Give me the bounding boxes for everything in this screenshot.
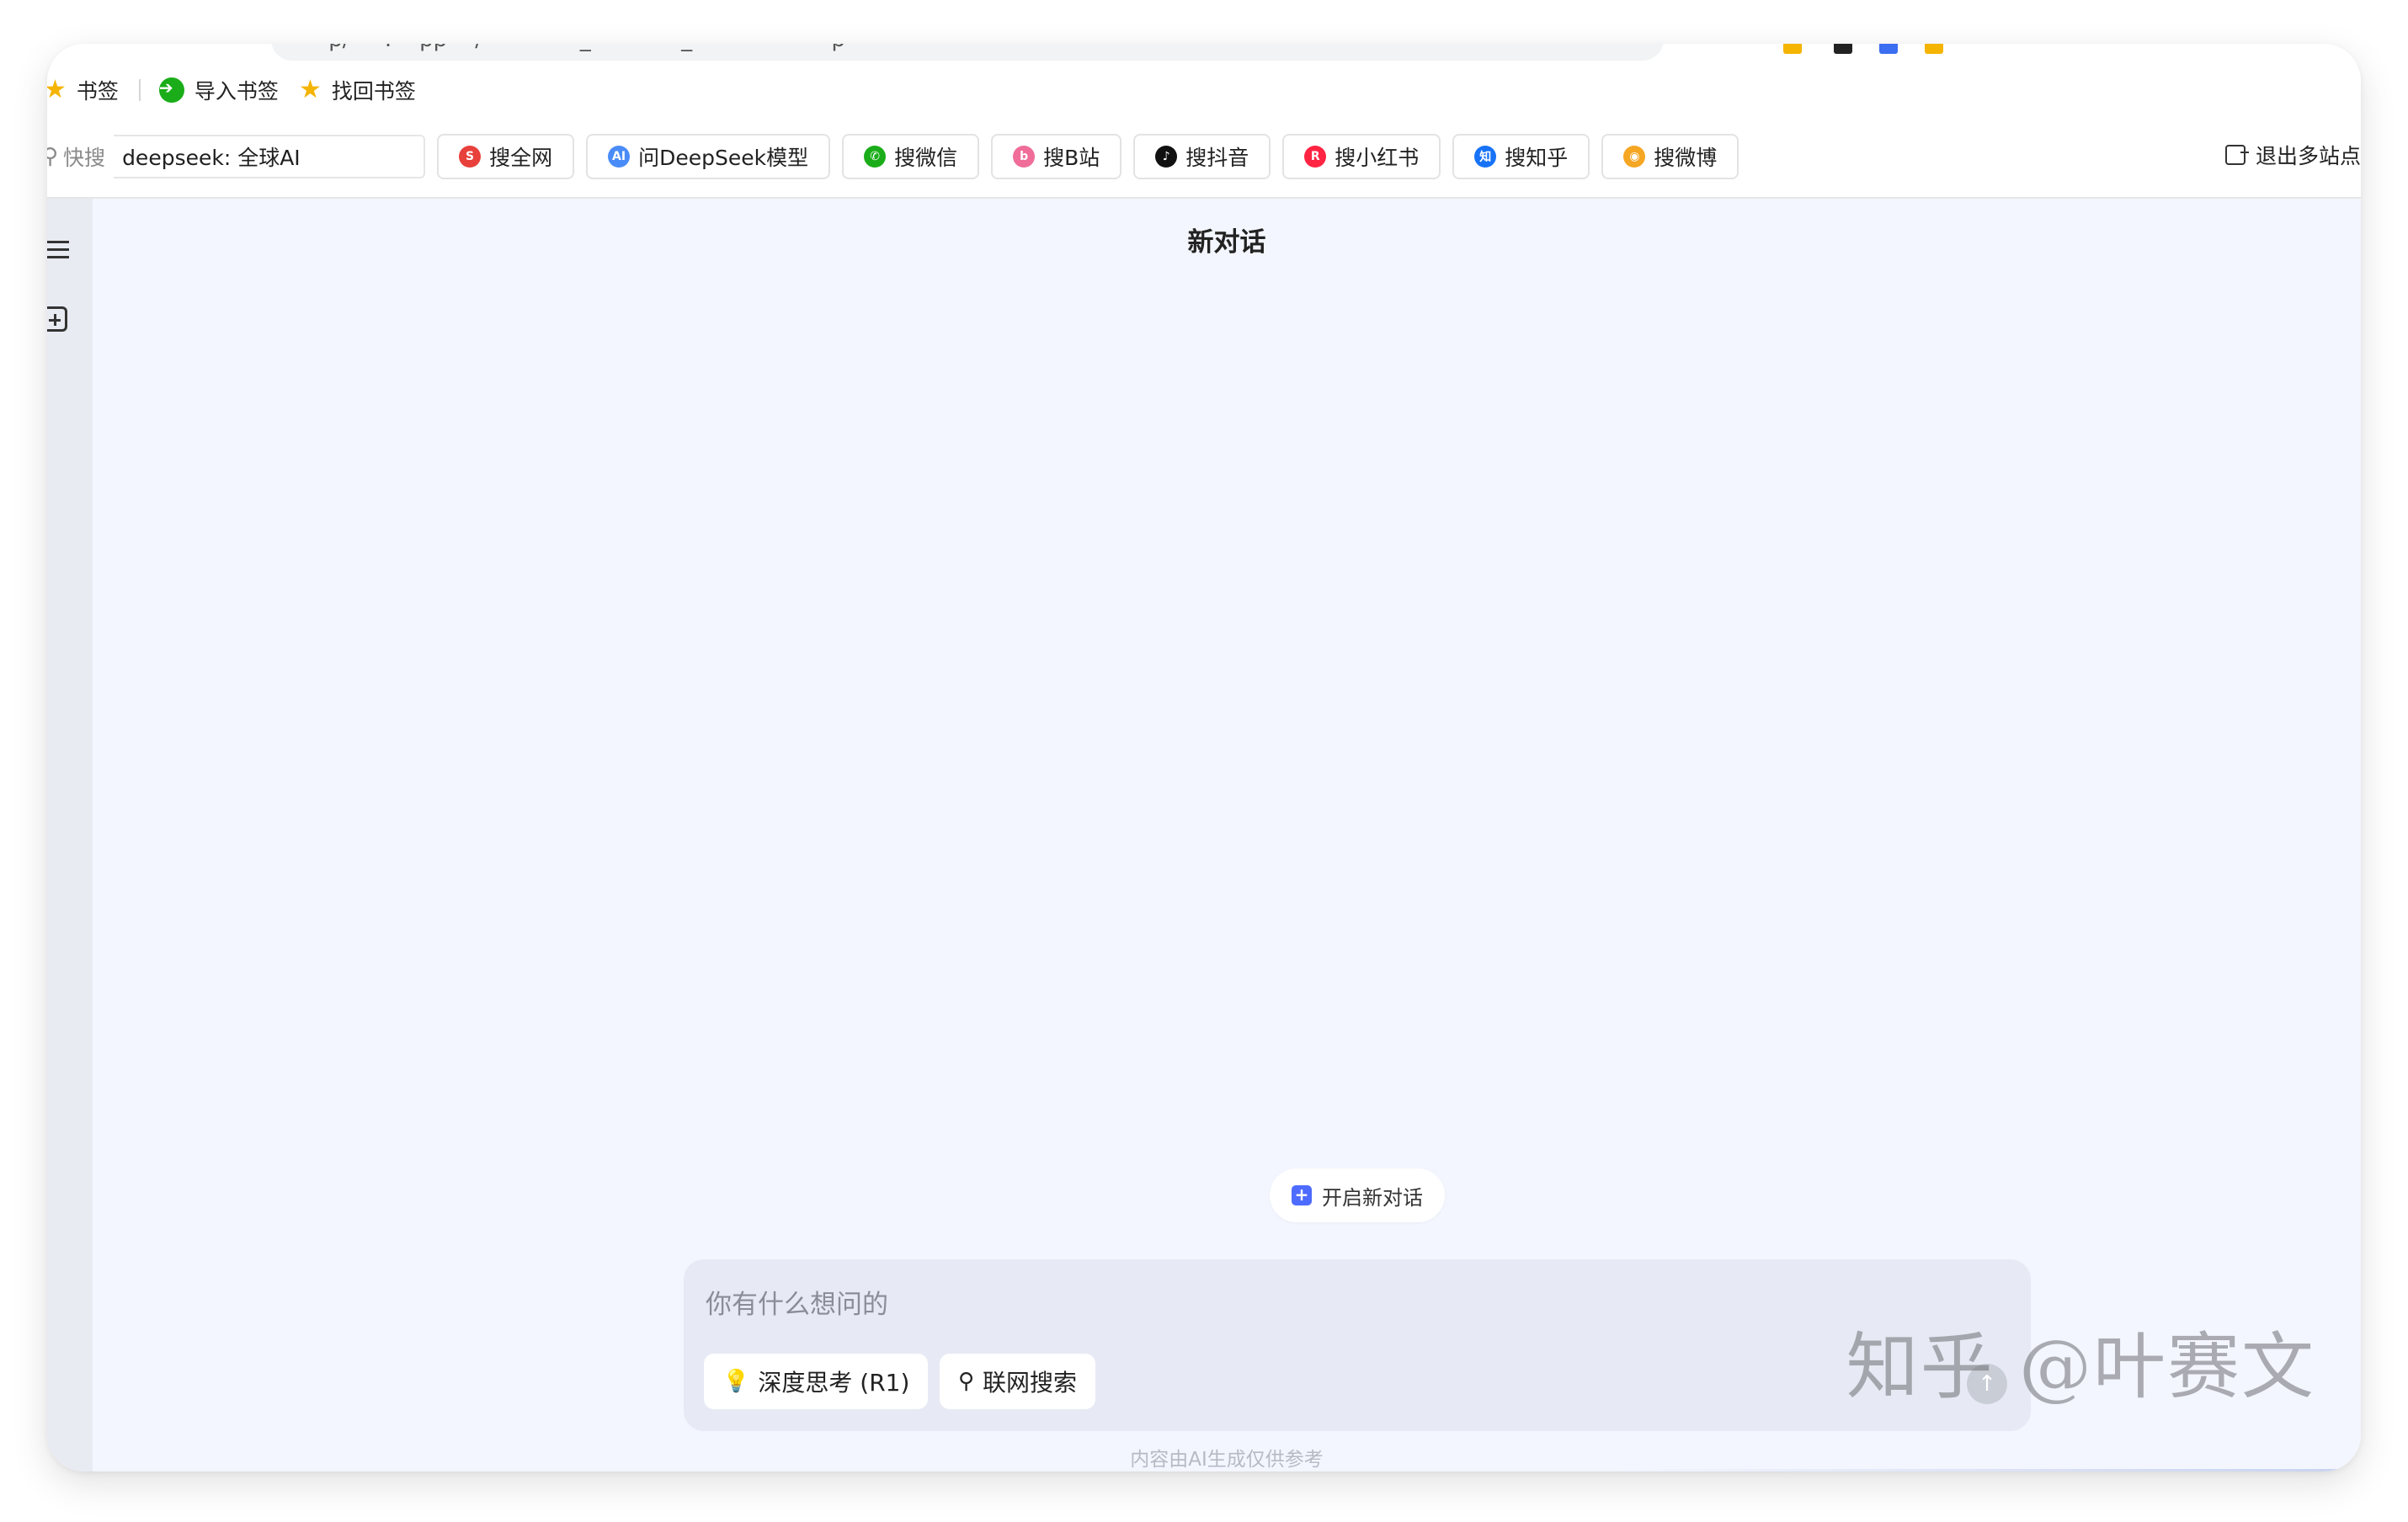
divider bbox=[138, 79, 141, 101]
search-icon: ⚲ bbox=[47, 144, 59, 169]
web-search-toggle[interactable]: ⚲ 联网搜索 bbox=[940, 1354, 1096, 1409]
ai-disclaimer: 内容由AI生成仅供参考 bbox=[1130, 1449, 1324, 1471]
chat-input[interactable] bbox=[704, 1281, 1970, 1327]
exit-icon bbox=[2224, 145, 2249, 165]
sogou-icon: S bbox=[459, 146, 482, 168]
engine-label: 搜抖音 bbox=[1185, 146, 1249, 170]
xiaohongshu-icon: R bbox=[1304, 146, 1327, 168]
watermark: 知乎 @叶赛文 bbox=[1846, 1325, 2315, 1409]
browser-window: ·p/ ··· .·· ·pp ·· /· ·· ·· · ·· ·_· · ·… bbox=[47, 44, 2361, 1471]
url-field[interactable]: ·p/ ··· .·· ·pp ·· /· ·· ·· · ·· ·_· · ·… bbox=[271, 44, 1664, 61]
menu-icon[interactable] bbox=[47, 237, 72, 263]
new-chat-button[interactable]: + 开启新对话 bbox=[1270, 1168, 1445, 1222]
engine-label: 问DeepSeek模型 bbox=[638, 146, 809, 170]
exit-multisite-label: 退出多站点 bbox=[2255, 144, 2361, 168]
extension-icon[interactable] bbox=[1925, 44, 1943, 54]
engine-chip-all-web[interactable]: S 搜全网 bbox=[437, 134, 575, 179]
quick-search-bar: ⚲ 快搜 deepseek: 全球AI S 搜全网 AI 问DeepSeek模型… bbox=[47, 116, 2361, 199]
bookmark-label: 书签 bbox=[76, 79, 119, 104]
engine-chip-zhihu[interactable]: 知 搜知乎 bbox=[1452, 134, 1590, 179]
quick-search-input[interactable]: deepseek: 全球AI bbox=[114, 135, 426, 178]
address-bar: ·p/ ··· .·· ·pp ·· /· ·· ·· · ·· ·_· · ·… bbox=[47, 44, 2361, 64]
bookmark-label: 导入书签 bbox=[194, 79, 279, 104]
extension-icon[interactable] bbox=[1879, 44, 1898, 54]
engine-label: 搜微信 bbox=[894, 146, 958, 170]
wechat-icon: ✆ bbox=[864, 146, 887, 168]
import-icon: ➔ bbox=[158, 77, 184, 103]
douyin-icon: ♪ bbox=[1155, 146, 1178, 168]
bookmarks-bar: ★ 书签 ➔ 导入书签 ★ 找回书签 bbox=[47, 64, 2361, 116]
chat-composer: 💡 深度思考 (R1) ⚲ 联网搜索 ↑ bbox=[684, 1259, 2031, 1431]
engine-label: 搜微博 bbox=[1654, 146, 1718, 170]
engine-label: 搜知乎 bbox=[1505, 146, 1569, 170]
bookmark-label: 找回书签 bbox=[331, 79, 416, 104]
quick-search-label: ⚲ 快搜 bbox=[47, 141, 105, 172]
extension-icon[interactable] bbox=[1834, 44, 1852, 54]
deep-think-toggle[interactable]: 💡 深度思考 (R1) bbox=[704, 1354, 929, 1409]
ai-icon: AI bbox=[608, 146, 631, 168]
chat-main: 新对话 + 开启新对话 💡 深度思考 (R1) ⚲ 联网搜索 ↑ 内容由AI生成… bbox=[93, 199, 2361, 1471]
star-icon: ★ bbox=[47, 75, 67, 104]
new-chat-icon[interactable] bbox=[47, 306, 67, 332]
web-search-label: 联网搜索 bbox=[983, 1369, 1078, 1397]
url-text: ·p/ ··· .·· ·pp ·· /· ·· ·· · ·· ·_· · ·… bbox=[322, 44, 845, 52]
divider bbox=[1608, 1469, 2361, 1471]
bookmark-item-bookmarks[interactable]: ★ 书签 bbox=[47, 75, 119, 105]
sidebar-rail bbox=[47, 199, 93, 1471]
bookmark-item-recover[interactable]: ★ 找回书签 bbox=[299, 75, 416, 105]
lightbulb-icon: 💡 bbox=[722, 1369, 750, 1394]
engine-label: 搜B站 bbox=[1043, 146, 1100, 170]
bookmark-item-import[interactable]: ➔ 导入书签 bbox=[158, 75, 279, 105]
engine-chip-weibo[interactable]: ◉ 搜微博 bbox=[1601, 134, 1739, 179]
bilibili-icon: b bbox=[1013, 146, 1036, 168]
star-icon: ★ bbox=[298, 75, 322, 104]
search-icon: ⚲ bbox=[958, 1369, 975, 1394]
engine-chip-douyin[interactable]: ♪ 搜抖音 bbox=[1133, 134, 1271, 179]
quick-search-label-text: 快搜 bbox=[63, 146, 106, 170]
engine-chip-wechat[interactable]: ✆ 搜微信 bbox=[842, 134, 980, 179]
engine-label: 搜全网 bbox=[489, 146, 553, 170]
deep-think-label: 深度思考 (R1) bbox=[758, 1369, 910, 1397]
new-chat-label: 开启新对话 bbox=[1322, 1185, 1423, 1210]
exit-multisite-button[interactable]: 退出多站点 bbox=[2224, 140, 2361, 170]
engine-chip-xiaohongshu[interactable]: R 搜小红书 bbox=[1282, 134, 1441, 179]
engine-chip-bilibili[interactable]: b 搜B站 bbox=[991, 134, 1122, 179]
engine-chip-deepseek[interactable]: AI 问DeepSeek模型 bbox=[586, 134, 831, 179]
weibo-icon: ◉ bbox=[1623, 146, 1646, 168]
page-title: 新对话 bbox=[1187, 227, 1266, 258]
engine-label: 搜小红书 bbox=[1335, 146, 1420, 170]
plus-icon: + bbox=[1292, 1185, 1312, 1205]
zhihu-icon: 知 bbox=[1474, 146, 1497, 168]
extension-icon[interactable] bbox=[1783, 44, 1802, 54]
